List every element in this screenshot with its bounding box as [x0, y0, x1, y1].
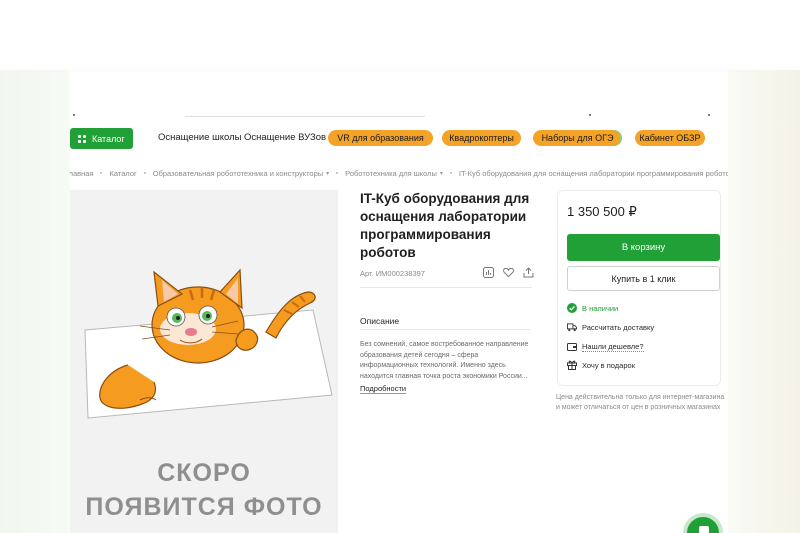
heart-icon[interactable]: [503, 267, 514, 278]
breadcrumb-current: IT-Куб оборудования для оснащения лабора…: [458, 168, 728, 178]
background-right: [728, 70, 800, 533]
cat-illustration: [84, 268, 333, 419]
pill-drones[interactable]: Квадрокоптеры: [442, 130, 521, 146]
share-icon[interactable]: [523, 267, 534, 278]
product-article: Арт. ИМ000238397: [360, 269, 425, 278]
breadcrumb-robotics[interactable]: Образовательная робототехника и конструк…: [153, 169, 323, 178]
gift-text: Хочу в подарок: [582, 360, 635, 370]
breadcrumb-school-robotics[interactable]: Робототехника для школы: [345, 169, 437, 178]
product-price: 1 350 500 ₽: [567, 204, 637, 219]
add-to-cart-button[interactable]: В корзину: [567, 234, 720, 261]
chevron-down-icon[interactable]: ▾: [440, 170, 443, 177]
buy-one-click-button[interactable]: Купить в 1 клик: [567, 266, 720, 291]
header-strip: [70, 100, 728, 120]
check-circle-icon: [567, 303, 577, 313]
gift-icon: [567, 360, 577, 370]
title-divider: [360, 287, 532, 288]
compare-icon[interactable]: [483, 267, 494, 278]
delivery-text: Рассчитать доставку: [582, 322, 655, 332]
pill-oge-kits[interactable]: Наборы для ОГЭ: [533, 130, 622, 146]
price-note: Цена действительна только для интернет-м…: [556, 394, 725, 411]
catalog-button[interactable]: Каталог: [70, 128, 133, 149]
product-page: Каталог Оснащение школы Оснащение ВУЗов …: [70, 72, 728, 533]
search-underline: [185, 116, 425, 117]
header-dot: [73, 114, 75, 116]
nav-link-universities[interactable]: Оснащение ВУЗов: [244, 132, 326, 143]
product-photo-placeholder: СКОРО ПОЯВИТСЯ ФОТО: [70, 190, 338, 533]
chat-icon: [699, 526, 709, 533]
more-link[interactable]: Подробности: [360, 384, 407, 394]
stock-text: В наличии: [582, 303, 619, 313]
wallet-icon: [567, 341, 577, 351]
stock-status: В наличии: [567, 303, 618, 313]
breadcrumb-home[interactable]: главная: [70, 169, 93, 178]
truck-icon: [567, 322, 577, 332]
cheaper-link[interactable]: Нашли дешевле?: [567, 341, 644, 352]
pill-obzr[interactable]: Кабинет ОБЗР: [635, 130, 705, 146]
header-dot: [708, 114, 710, 116]
background-left: [0, 70, 70, 533]
pill-vr[interactable]: VR для образования: [328, 130, 433, 146]
grid-icon: [78, 134, 86, 143]
chevron-down-icon[interactable]: ▾: [326, 170, 329, 177]
product-title: IT-Куб оборудования для оснащения лабора…: [360, 191, 530, 260]
delivery-link[interactable]: Рассчитать доставку: [567, 322, 654, 332]
nav-link-school[interactable]: Оснащение школы: [158, 132, 241, 143]
breadcrumb-catalog[interactable]: Каталог: [109, 169, 136, 178]
product-description: Без сомнений, самое востребованное напра…: [360, 341, 529, 380]
photo-soon-line1: СКОРО: [157, 459, 251, 487]
tab-description[interactable]: Описание: [360, 316, 399, 326]
main-nav: Каталог Оснащение школы Оснащение ВУЗов …: [70, 128, 728, 150]
cheaper-text: Нашли дешевле?: [582, 341, 644, 352]
header-dot: [589, 114, 591, 116]
product-actions: [483, 267, 534, 278]
breadcrumb: главная Каталог Образовательная робототе…: [70, 167, 728, 179]
photo-soon-line2: ПОЯВИТСЯ ФОТО: [85, 493, 323, 521]
gift-link[interactable]: Хочу в подарок: [567, 360, 635, 370]
catalog-label: Каталог: [92, 133, 125, 144]
tab-divider: [360, 329, 530, 330]
